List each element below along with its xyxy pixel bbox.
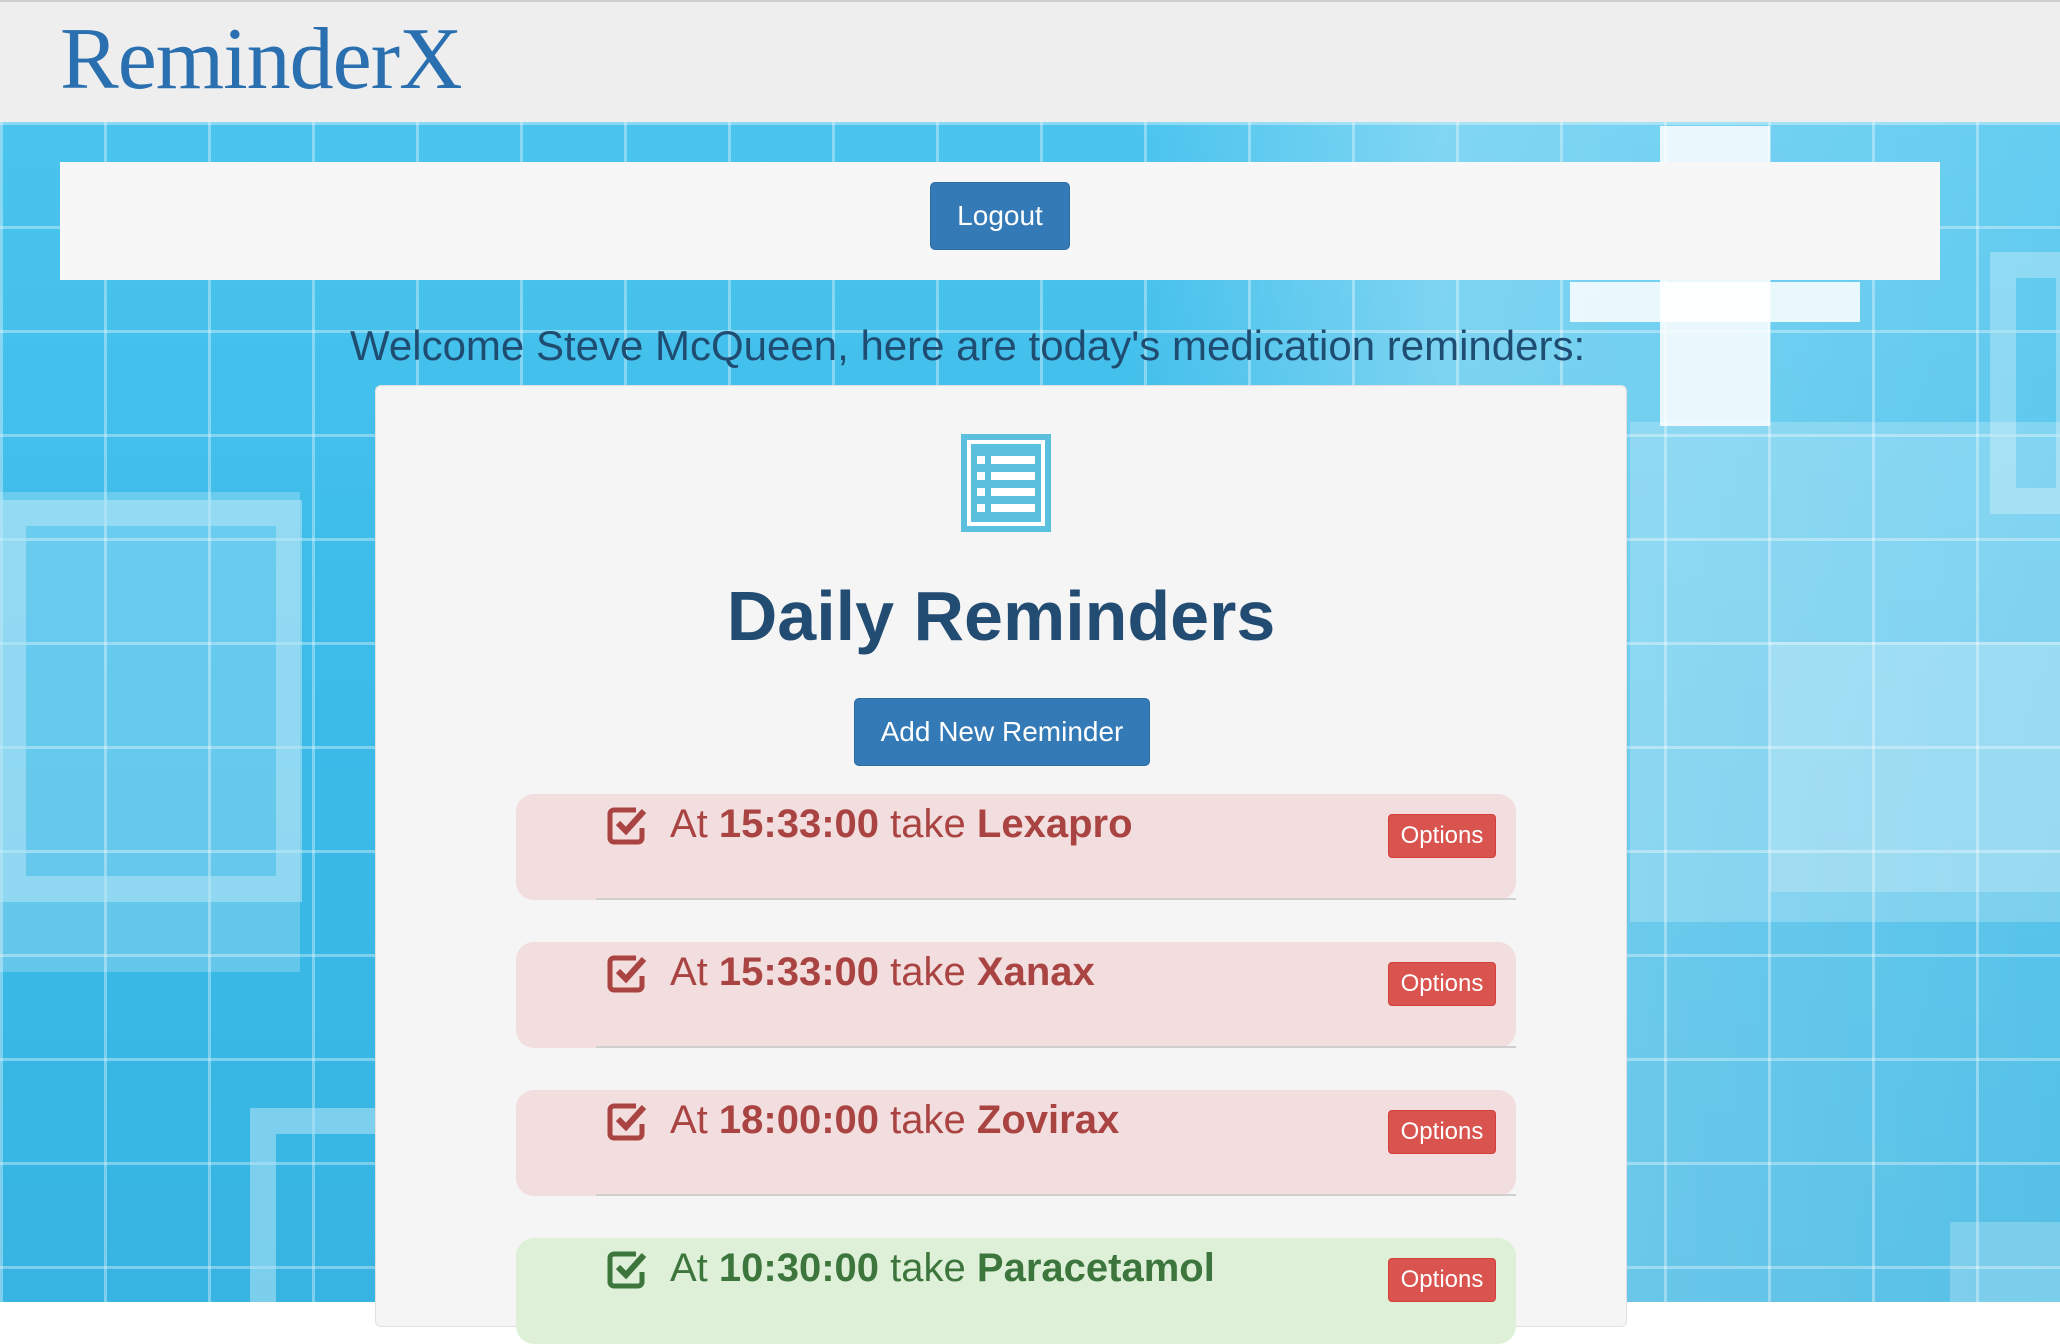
background-decoration bbox=[1950, 1222, 2060, 1302]
reminder-time: 10:30:00 bbox=[718, 1246, 880, 1290]
check-square-icon[interactable] bbox=[606, 804, 648, 846]
options-button[interactable]: Options bbox=[1388, 814, 1496, 858]
reminder-prefix: At bbox=[670, 1098, 708, 1142]
reminder-item: At 18:00:00 take Zovirax Options bbox=[516, 1090, 1516, 1196]
check-square-icon[interactable] bbox=[606, 1248, 648, 1290]
reminder-text: At 15:33:00 take Xanax bbox=[670, 950, 1095, 995]
reminder-verb: take bbox=[890, 802, 966, 846]
reminder-medication: Paracetamol bbox=[976, 1246, 1215, 1290]
background-decoration bbox=[0, 500, 302, 902]
reminder-medication: Zovirax bbox=[976, 1098, 1120, 1142]
options-button[interactable]: Options bbox=[1388, 1110, 1496, 1154]
reminder-verb: take bbox=[890, 1246, 966, 1290]
welcome-message: Welcome Steve McQueen, here are today's … bbox=[350, 322, 1586, 369]
top-navbar: ReminderX bbox=[0, 0, 2060, 122]
divider bbox=[596, 1046, 1516, 1048]
reminder-verb: take bbox=[890, 1098, 966, 1142]
reminder-text: At 15:33:00 take Lexapro bbox=[670, 802, 1133, 847]
reminder-time: 18:00:00 bbox=[718, 1098, 880, 1142]
reminder-medication: Xanax bbox=[976, 950, 1095, 994]
panel-title: Daily Reminders bbox=[726, 577, 1276, 655]
logout-button[interactable]: Logout bbox=[930, 182, 1070, 250]
reminder-text: At 10:30:00 take Paracetamol bbox=[670, 1246, 1215, 1291]
reminder-medication: Lexapro bbox=[976, 802, 1133, 846]
check-square-icon[interactable] bbox=[606, 952, 648, 994]
reminder-prefix: At bbox=[670, 802, 708, 846]
background-decoration bbox=[1770, 642, 2060, 892]
reminder-prefix: At bbox=[670, 1246, 708, 1290]
reminder-time: 15:33:00 bbox=[718, 802, 880, 846]
reminders-panel: Daily Reminders Add New Reminder At 15:3… bbox=[375, 385, 1627, 1344]
reminder-time: 15:33:00 bbox=[718, 950, 880, 994]
list-icon bbox=[961, 434, 1051, 532]
add-reminder-button[interactable]: Add New Reminder bbox=[854, 698, 1150, 766]
logout-bar: Logout bbox=[60, 162, 1940, 280]
divider bbox=[596, 898, 1516, 900]
reminder-text: At 18:00:00 take Zovirax bbox=[670, 1098, 1119, 1143]
reminder-verb: take bbox=[890, 950, 966, 994]
reminder-item: At 10:30:00 take Paracetamol Options bbox=[516, 1238, 1516, 1344]
reminder-item: At 15:33:00 take Xanax Options bbox=[516, 942, 1516, 1048]
brand-logo[interactable]: ReminderX bbox=[60, 8, 463, 112]
reminder-prefix: At bbox=[670, 950, 708, 994]
check-square-icon[interactable] bbox=[606, 1100, 648, 1142]
options-button[interactable]: Options bbox=[1388, 1258, 1496, 1302]
divider bbox=[596, 1194, 1516, 1196]
options-button[interactable]: Options bbox=[1388, 962, 1496, 1006]
reminder-item: At 15:33:00 take Lexapro Options bbox=[516, 794, 1516, 900]
